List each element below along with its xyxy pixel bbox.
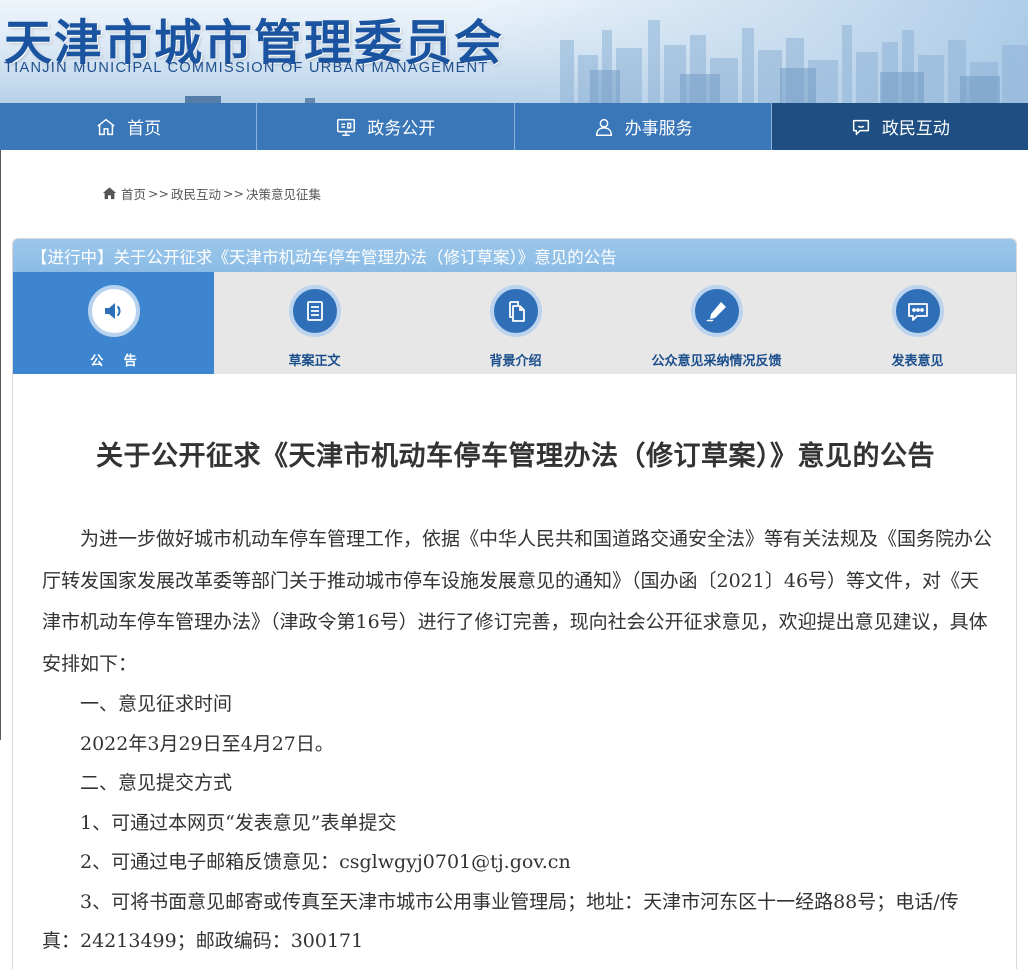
tab-label: 草案正文 <box>288 354 341 369</box>
submit-method-mail: 3、可将书面意见邮寄或传真至天津市城市公用事业管理局；地址：天津市河东区十一经路… <box>42 890 959 953</box>
tab-icon-circle <box>288 285 341 337</box>
nav-item-services[interactable]: 办事服务 <box>515 103 772 150</box>
tab-icon-circle <box>891 285 944 337</box>
government-affairs-icon <box>337 118 356 136</box>
tab-background[interactable]: 背景介绍 <box>415 272 616 374</box>
tab-submit-opinion[interactable]: 发表意见 <box>817 272 1016 374</box>
nav-item-home[interactable]: 首页 <box>0 103 258 150</box>
tab-label: 公众意见采纳情况反馈 <box>651 354 782 369</box>
consultation-panel: 【进行中】关于公开征求《天津市机动车停车管理办法（修订草案）》意见的公告 公 告… <box>12 238 1017 969</box>
section-heading: 一、意见征求时间 <box>80 693 233 715</box>
site-title-en: TIANJIN MUNICIPAL COMMISSION OF URBAN MA… <box>4 60 489 76</box>
submit-method-web: 1、可通过本网页“发表意见”表单提交 <box>80 811 397 834</box>
article-paragraph: 为进一步做好城市机动车停车管理工作，依据《中华人民共和国道路交通安全法》等有关法… <box>42 528 993 675</box>
tab-feedback[interactable]: 公众意见采纳情况反馈 <box>616 272 817 374</box>
speaker-icon <box>104 303 120 319</box>
comment-icon <box>907 303 928 321</box>
article-body: 为进一步做好城市机动车停车管理工作，依据《中华人民共和国道路交通安全法》等有关法… <box>42 519 992 962</box>
chat-bubble-icon <box>852 119 869 135</box>
tab-draft-text[interactable]: 草案正文 <box>214 272 415 374</box>
pen-icon <box>705 302 726 322</box>
nav-item-government-affairs[interactable]: 政务公开 <box>257 103 515 150</box>
site-banner: 天津市城市管理委员会 TIANJIN MUNICIPAL COMMISSION … <box>0 0 1028 103</box>
home-icon <box>97 118 115 135</box>
nav-item-label: 首页 <box>127 119 162 139</box>
tab-label: 发表意见 <box>891 354 944 369</box>
panel-header: 【进行中】关于公开征求《天津市机动车停车管理办法（修订草案）》意见的公告 <box>13 239 1016 272</box>
tab-icon-circle <box>489 285 542 337</box>
panel-tabs: 公 告 草案正文 背景介绍 公众意见采纳情况反馈 发表意见 <box>13 272 1016 374</box>
submit-method-email: 2、可通过电子邮箱反馈意见：csglwgyj0701@tj.gov.cn <box>80 851 571 873</box>
tab-announcement[interactable]: 公 告 <box>13 272 214 374</box>
tab-icon-circle <box>690 285 743 337</box>
breadcrumb: 首页 >> 政民互动 >> 决策意见征集 <box>102 183 321 203</box>
tab-label: 公 告 <box>90 354 145 369</box>
breadcrumb-level2[interactable]: 决策意见征集 <box>246 184 321 203</box>
home-icon <box>102 186 117 199</box>
document-icon <box>306 301 323 321</box>
breadcrumb-level1[interactable]: 政民互动 <box>171 184 221 203</box>
main-nav: 首页 政务公开 办事服务 政民互动 <box>0 103 1028 150</box>
section-heading: 二、意见提交方式 <box>80 772 233 794</box>
nav-item-label: 政务公开 <box>367 119 436 139</box>
left-border-line <box>0 150 1 740</box>
tab-icon-circle <box>87 285 140 337</box>
nav-item-label: 政民互动 <box>881 119 950 139</box>
nav-item-interaction[interactable]: 政民互动 <box>771 103 1028 150</box>
breadcrumb-separator: >> <box>222 185 244 201</box>
breadcrumb-separator: >> <box>148 185 169 201</box>
tab-label: 背景介绍 <box>489 354 542 369</box>
consultation-time: 2022年3月29日至4月27日。 <box>80 732 334 755</box>
article-title: 关于公开征求《天津市机动车停车管理办法（修订草案）》意见的公告 <box>96 441 935 472</box>
files-icon <box>508 301 525 322</box>
user-service-icon <box>595 118 612 136</box>
nav-item-label: 办事服务 <box>624 119 693 139</box>
breadcrumb-home[interactable]: 首页 <box>121 184 146 203</box>
